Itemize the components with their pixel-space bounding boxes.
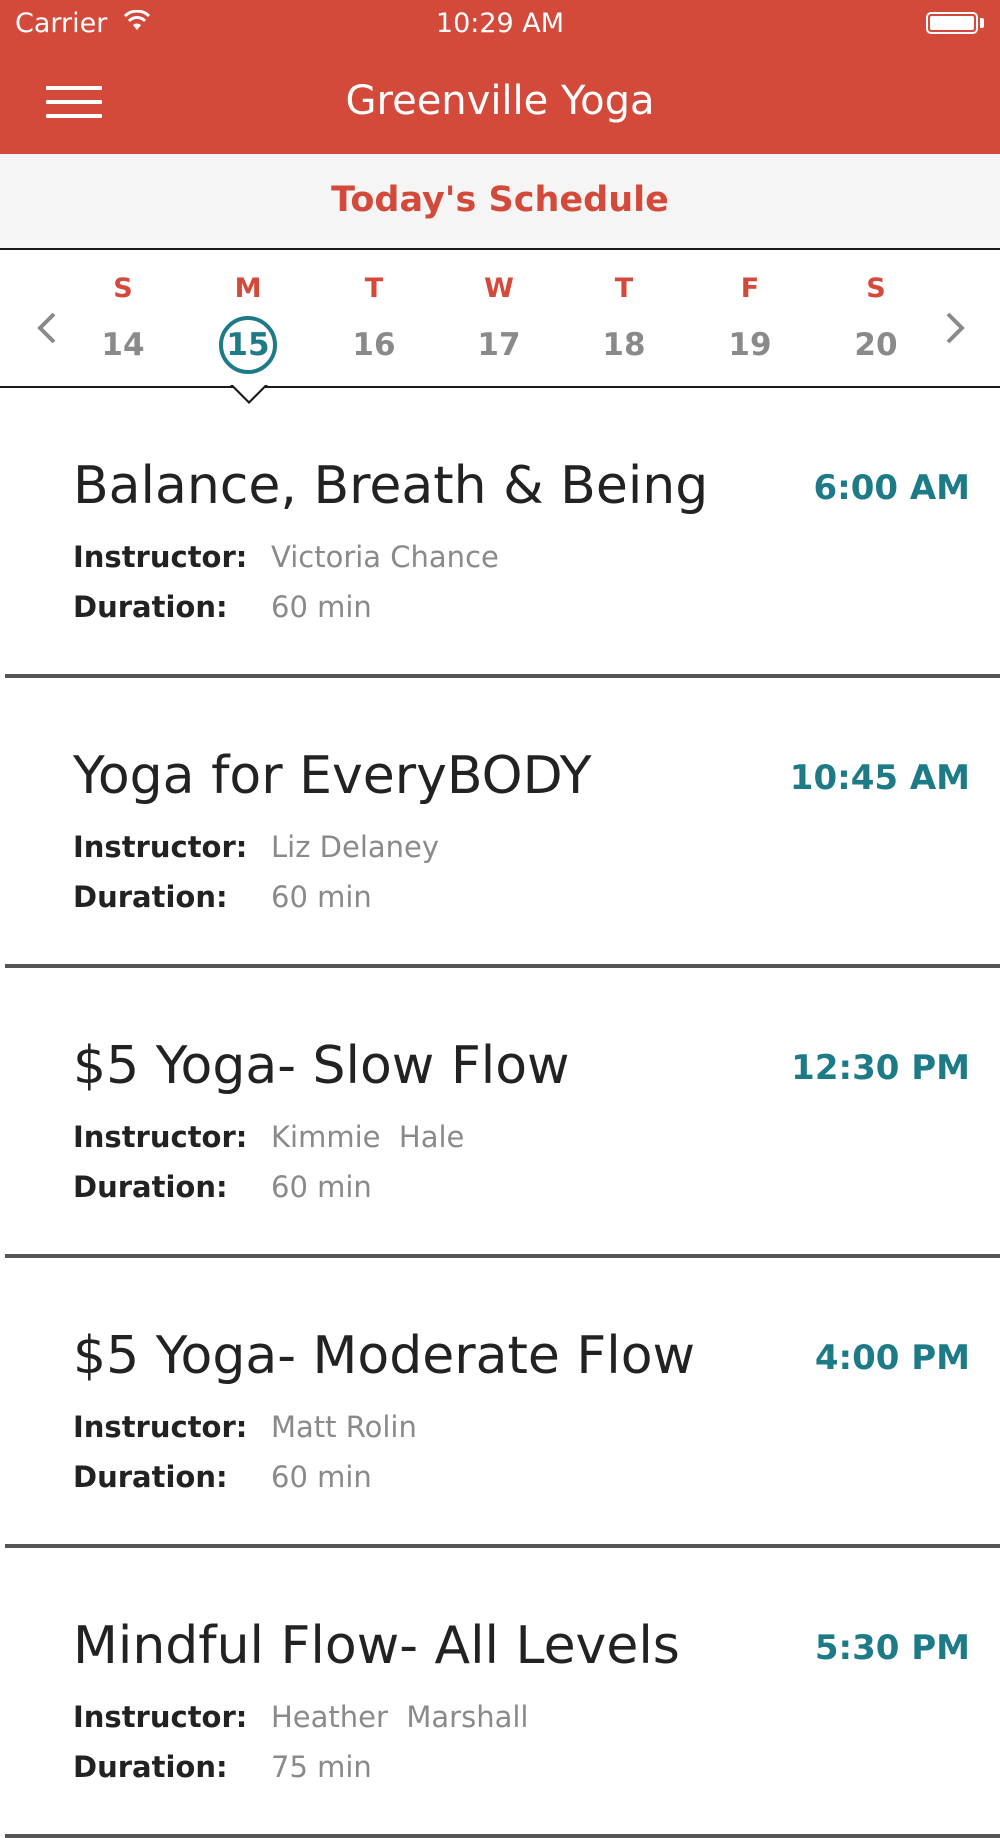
class-time: 10:45 AM — [789, 758, 970, 798]
day-number: 18 — [602, 327, 646, 363]
battery-tip — [980, 18, 984, 28]
duration-row: Duration: 75 min — [73, 1750, 372, 1784]
day-letter: S — [113, 273, 133, 304]
instructor-label: Instructor: — [73, 830, 248, 864]
instructor-label: Instructor: — [73, 1120, 248, 1154]
day-sunday[interactable]: S 14 — [73, 272, 173, 374]
day-number: 16 — [352, 327, 396, 363]
instructor-name: Liz Delaney — [271, 830, 440, 864]
duration-value: 60 min — [271, 1460, 372, 1494]
duration-value: 60 min — [271, 1170, 372, 1204]
class-title: Yoga for EveryBODY — [73, 746, 592, 806]
duration-row: Duration: 60 min — [73, 1170, 372, 1204]
instructor-name: Matt Rolin — [271, 1410, 417, 1444]
day-number: 15 — [219, 316, 277, 374]
instructor-name: Kimmie Hale — [271, 1120, 465, 1154]
schedule-title: Today's Schedule — [331, 180, 669, 220]
class-item[interactable]: Balance, Breath & Being 6:00 AM Instruct… — [0, 388, 1000, 678]
class-title: Mindful Flow- All Levels — [73, 1616, 680, 1676]
duration-row: Duration: 60 min — [73, 1460, 372, 1494]
day-letter: M — [234, 273, 262, 304]
duration-label: Duration: — [73, 880, 228, 914]
instructor-row: Instructor: Matt Rolin — [73, 1410, 417, 1444]
instructor-name: Victoria Chance — [271, 540, 499, 574]
day-letter: T — [364, 273, 384, 304]
class-item[interactable]: Yoga for EveryBODY 10:45 AM Instructor: L… — [0, 678, 1000, 968]
top-bar: Carrier 10:29 AM Greenville Yoga — [0, 0, 1000, 154]
class-time: 5:30 PM — [814, 1628, 970, 1668]
instructor-name: Heather Marshall — [271, 1700, 529, 1734]
duration-value: 60 min — [271, 880, 372, 914]
day-friday[interactable]: F 19 — [700, 272, 800, 374]
instructor-row: Instructor: Kimmie Hale — [73, 1120, 464, 1154]
class-title: Balance, Breath & Being — [73, 456, 709, 516]
class-title: $5 Yoga- Moderate Flow — [73, 1326, 696, 1386]
day-letter: F — [740, 273, 760, 304]
instructor-row: Instructor: Liz Delaney — [73, 830, 439, 864]
previous-week-chevron-left-icon[interactable] — [28, 308, 68, 348]
day-number: 14 — [101, 327, 145, 363]
day-saturday[interactable]: S 20 — [826, 272, 926, 374]
battery-icon — [926, 12, 978, 34]
instructor-label: Instructor: — [73, 540, 248, 574]
day-letter: T — [614, 273, 634, 304]
class-time: 4:00 PM — [814, 1338, 970, 1378]
class-time: 12:30 PM — [791, 1048, 970, 1088]
instructor-label: Instructor: — [73, 1700, 248, 1734]
next-week-chevron-right-icon[interactable] — [934, 308, 974, 348]
day-number: 17 — [477, 327, 521, 363]
day-letter: W — [484, 273, 514, 304]
duration-row: Duration: 60 min — [73, 590, 372, 624]
class-item[interactable]: $5 Yoga- Slow Flow 12:30 PM Instructor: K… — [0, 968, 1000, 1258]
class-item[interactable]: Mindful Flow- All Levels 5:30 PM Instruc… — [0, 1548, 1000, 1838]
day-tuesday[interactable]: T 16 — [324, 272, 424, 374]
instructor-row: Instructor: Heather Marshall — [73, 1700, 528, 1734]
app-title: Greenville Yoga — [345, 78, 655, 124]
class-title: $5 Yoga- Slow Flow — [73, 1036, 570, 1096]
week-picker: S 14 M 15 T 16 W 17 T 18 F 19 S 20 — [0, 250, 1000, 388]
instructor-label: Instructor: — [73, 1410, 248, 1444]
duration-row: Duration: 60 min — [73, 880, 372, 914]
status-time: 10:29 AM — [435, 8, 565, 39]
duration-value: 75 min — [271, 1750, 372, 1784]
day-number: 19 — [728, 327, 772, 363]
duration-value: 60 min — [271, 590, 372, 624]
day-number: 20 — [854, 327, 898, 363]
schedule-header: Today's Schedule — [0, 154, 1000, 250]
day-letter: S — [866, 273, 886, 304]
class-item[interactable]: $5 Yoga- Moderate Flow 4:00 PM Instructo… — [0, 1258, 1000, 1548]
duration-label: Duration: — [73, 1750, 228, 1784]
day-monday-selected[interactable]: M 15 — [198, 272, 298, 374]
day-wednesday[interactable]: W 17 — [449, 272, 549, 374]
duration-label: Duration: — [73, 1460, 228, 1494]
class-list: Balance, Breath & Being 6:00 AM Instruct… — [0, 388, 1000, 1838]
class-time: 6:00 AM — [813, 468, 970, 508]
day-thursday[interactable]: T 18 — [574, 272, 674, 374]
instructor-row: Instructor: Victoria Chance — [73, 540, 499, 574]
duration-label: Duration: — [73, 590, 228, 624]
duration-label: Duration: — [73, 1170, 228, 1204]
